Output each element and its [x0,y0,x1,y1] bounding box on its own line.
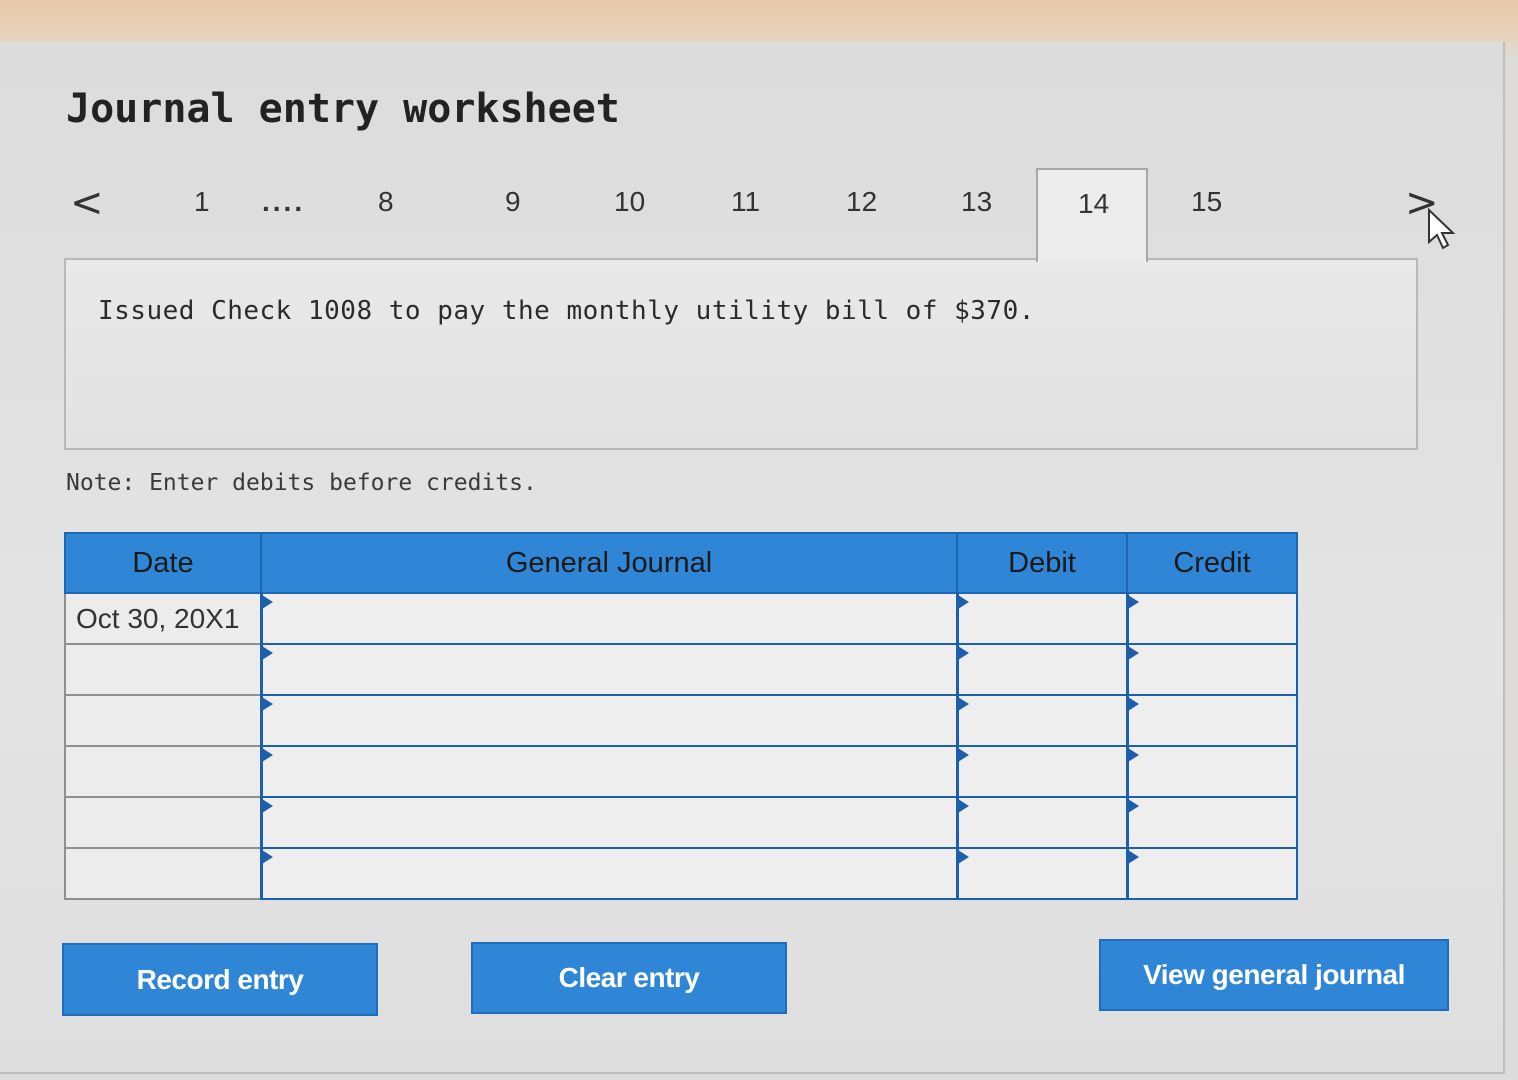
tab-11[interactable]: 11 [731,186,760,218]
tab-1[interactable]: 1 [194,186,210,218]
input-marker-icon [957,850,969,864]
input-marker-icon [1127,595,1139,609]
debit-input[interactable] [955,643,1128,696]
input-marker-icon [1127,646,1139,660]
debit-input[interactable] [955,796,1128,849]
journal-header-row: Date General Journal Debit Credit [64,532,1298,594]
account-input[interactable] [259,745,958,798]
account-input[interactable] [259,847,958,900]
dropdown-marker-icon [261,799,273,813]
date-cell [64,847,262,900]
date-cell [64,796,262,849]
account-input[interactable] [259,796,958,849]
date-cell: Oct 30, 20X1 [64,592,262,645]
input-marker-icon [1127,697,1139,711]
credit-input[interactable] [1125,796,1298,849]
table-row: Oct 30, 20X1 [64,592,1298,645]
debit-input[interactable] [955,694,1128,747]
input-marker-icon [957,697,969,711]
credit-input[interactable] [1125,694,1298,747]
question-box: Issued Check 1008 to pay the monthly uti… [64,258,1418,450]
tab-12[interactable]: 12 [846,186,877,218]
tab-10[interactable]: 10 [614,186,645,218]
header-credit: Credit [1126,532,1298,594]
table-row [64,643,1298,696]
credit-input[interactable] [1125,745,1298,798]
table-row [64,847,1298,900]
page-title: Journal entry worksheet [66,86,620,132]
tab-14-active[interactable]: 14 [1036,168,1148,262]
view-general-journal-button[interactable]: View general journal [1099,939,1449,1011]
credit-input[interactable] [1125,592,1298,645]
account-input[interactable] [259,643,958,696]
debit-input[interactable] [955,847,1128,900]
table-row [64,745,1298,798]
record-entry-button[interactable]: Record entry [62,943,378,1016]
dropdown-marker-icon [261,595,273,609]
table-row [64,694,1298,747]
header-general-journal: General Journal [260,532,958,594]
table-row [64,796,1298,849]
dropdown-marker-icon [261,697,273,711]
tab-14-label: 14 [1078,188,1110,219]
input-marker-icon [957,646,969,660]
date-cell [64,643,262,696]
tab-ellipsis: .... [262,186,306,217]
note-text: Note: Enter debits before credits. [66,470,537,496]
clear-entry-button[interactable]: Clear entry [471,942,787,1014]
tab-15[interactable]: 15 [1191,186,1222,218]
account-input[interactable] [259,694,958,747]
tab-9[interactable]: 9 [505,186,521,218]
header-debit: Debit [956,532,1128,594]
debit-input[interactable] [955,592,1128,645]
debit-input[interactable] [955,745,1128,798]
date-cell [64,694,262,747]
input-marker-icon [957,748,969,762]
dropdown-marker-icon [261,748,273,762]
date-cell [64,745,262,798]
input-marker-icon [957,799,969,813]
journal-table: Date General Journal Debit Credit Oct 30… [64,532,1298,900]
input-marker-icon [1127,748,1139,762]
credit-input[interactable] [1125,643,1298,696]
header-date: Date [64,532,262,594]
credit-input[interactable] [1125,847,1298,900]
chevron-left-icon[interactable]: < [70,180,104,226]
input-marker-icon [1127,850,1139,864]
input-marker-icon [957,595,969,609]
tab-13[interactable]: 13 [961,186,992,218]
question-text: Issued Check 1008 to pay the monthly uti… [98,296,1035,326]
mouse-cursor-icon [1428,208,1456,250]
dropdown-marker-icon [261,646,273,660]
input-marker-icon [1127,799,1139,813]
account-input[interactable] [259,592,958,645]
tab-8[interactable]: 8 [378,186,394,218]
dropdown-marker-icon [261,850,273,864]
